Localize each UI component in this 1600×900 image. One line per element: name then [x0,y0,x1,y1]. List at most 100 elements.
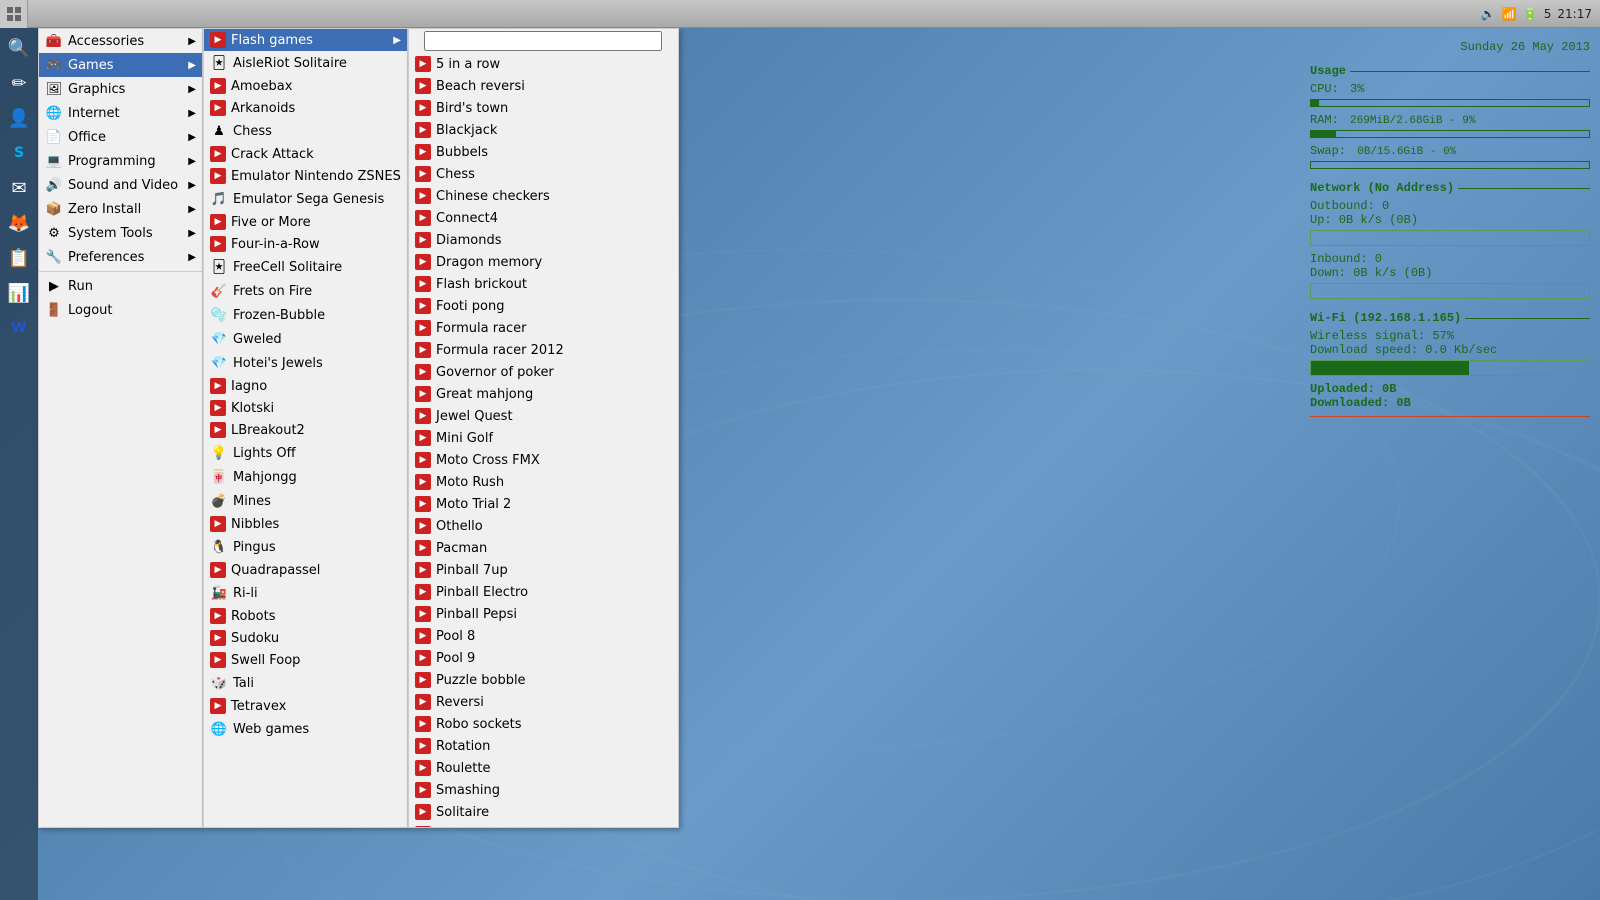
flash-dragon-memory[interactable]: ▶ Dragon memory [409,251,678,273]
flash-pinball-7up[interactable]: ▶ Pinball 7up [409,559,678,581]
menu-games[interactable]: 🎮 Games ▶ [39,53,202,77]
menu-level3: ▶ 5 in a row ▶ Beach reversi ▶ Bird's to… [408,28,679,828]
dock-editor[interactable]: ✏ [3,67,35,99]
menu-five-or-more[interactable]: ▶ Five or More [204,211,407,233]
gweled-icon: 💎 [210,330,228,348]
flash-brickout[interactable]: ▶ Flash brickout [409,273,678,295]
down-label: Down: 0B k/s (0B) [1310,266,1590,280]
menu-amoebax[interactable]: ▶ Amoebax [204,75,407,97]
menu-sound-video[interactable]: 🔊 Sound and Video ▶ [39,173,202,197]
menu-flash-games[interactable]: ▶ Flash games ▶ [204,29,407,51]
menu-office[interactable]: 📄 Office ▶ [39,125,202,149]
flash-diamonds[interactable]: ▶ Diamonds [409,229,678,251]
menu-lbreakout[interactable]: ▶ LBreakout2 [204,419,407,441]
dock-user[interactable]: 👤 [3,102,35,134]
menu-gweled[interactable]: 💎 Gweled [204,327,407,351]
menu-frozen-bubble[interactable]: 🫧 Frozen-Bubble [204,303,407,327]
ram-value: 269MiB/2.68GiB - 9% [1350,115,1475,127]
menu-internet[interactable]: 🌐 Internet ▶ [39,101,202,125]
menu-pingus[interactable]: 🐧 Pingus [204,535,407,559]
flash-pool9[interactable]: ▶ Pool 9 [409,647,678,669]
hotei-icon: 💎 [210,354,228,372]
flash-solitaire[interactable]: ▶ Solitaire [409,801,678,823]
flash-bubbels[interactable]: ▶ Bubbels [409,141,678,163]
menu-klotski[interactable]: ▶ Klotski [204,397,407,419]
flash-sudoku[interactable]: ▶ Sudoku [409,823,678,828]
flash-footi-pong[interactable]: ▶ Footi pong [409,295,678,317]
flash-chess[interactable]: ▶ Chess [409,163,678,185]
menu-tetravex[interactable]: ▶ Tetravex [204,695,407,717]
menu-tali[interactable]: 🎲 Tali [204,671,407,695]
menu-run[interactable]: ▶ Run [39,274,202,298]
flash-chinese-checkers[interactable]: ▶ Chinese checkers [409,185,678,207]
inbound-label: Inbound: 0 [1310,252,1590,266]
flash-smashing[interactable]: ▶ Smashing [409,779,678,801]
dock-spreadsheet[interactable]: 📊 [3,277,35,309]
flash-formula-racer[interactable]: ▶ Formula racer [409,317,678,339]
flash-blackjack[interactable]: ▶ Blackjack [409,119,678,141]
dock-browser[interactable]: 🦊 [3,207,35,239]
dock-search[interactable]: 🔍 [3,32,35,64]
menu-graphics[interactable]: 🖼 Graphics ▶ [39,77,202,101]
flash-5inarow[interactable]: ▶ 5 in a row [409,53,678,75]
flash-reversi[interactable]: ▶ Reversi [409,691,678,713]
flash-connect4[interactable]: ▶ Connect4 [409,207,678,229]
menu-arkanoids[interactable]: ▶ Arkanoids [204,97,407,119]
menu-emulator-sega[interactable]: 🎵 Emulator Sega Genesis [204,187,407,211]
flash-formula-racer-2012[interactable]: ▶ Formula racer 2012 [409,339,678,361]
flash-moto-cross[interactable]: ▶ Moto Cross FMX [409,449,678,471]
menu-hotei[interactable]: 💎 Hotei's Jewels [204,351,407,375]
menu-emulator-nintendo[interactable]: ▶ Emulator Nintendo ZSNES [204,165,407,187]
dock-clipboard[interactable]: 📋 [3,242,35,274]
games-icon: 🎮 [45,56,63,74]
flash-othello[interactable]: ▶ Othello [409,515,678,537]
menu-aisleriot[interactable]: 🃏 AisleRiot Solitaire [204,51,407,75]
menu-mines[interactable]: 💣 Mines [204,489,407,513]
flash-pacman[interactable]: ▶ Pacman [409,537,678,559]
flash-robo-sockets[interactable]: ▶ Robo sockets [409,713,678,735]
menu-sudoku[interactable]: ▶ Sudoku [204,627,407,649]
menu-four-in-a-row[interactable]: ▶ Four-in-a-Row [204,233,407,255]
flash-pool8[interactable]: ▶ Pool 8 [409,625,678,647]
menu-web-games[interactable]: 🌐 Web games [204,717,407,741]
menu-preferences[interactable]: 🔧 Preferences ▶ [39,245,202,269]
menu-lights-off[interactable]: 💡 Lights Off [204,441,407,465]
menu-system-tools[interactable]: ⚙ System Tools ▶ [39,221,202,245]
flash-roulette[interactable]: ▶ Roulette [409,757,678,779]
flash-moto-trial[interactable]: ▶ Moto Trial 2 [409,493,678,515]
menu-programming[interactable]: 💻 Programming ▶ [39,149,202,173]
flash-beach-reversi[interactable]: ▶ Beach reversi [409,75,678,97]
flash-jewel-quest[interactable]: ▶ Jewel Quest [409,405,678,427]
menu-crack-attack[interactable]: ▶ Crack Attack [204,143,407,165]
menu-chess[interactable]: ♟ Chess [204,119,407,143]
menu-zero-install[interactable]: 📦 Zero Install ▶ [39,197,202,221]
menu-swell-foop[interactable]: ▶ Swell Foop [204,649,407,671]
flash-governor-poker[interactable]: ▶ Governor of poker [409,361,678,383]
menu-nibbles[interactable]: ▶ Nibbles [204,513,407,535]
flash-rotation[interactable]: ▶ Rotation [409,735,678,757]
menu-robots[interactable]: ▶ Robots [204,605,407,627]
flash-search-input[interactable] [424,31,662,51]
flash-pinball-electro[interactable]: ▶ Pinball Electro [409,581,678,603]
sound-icon: 🔊 [45,176,63,194]
menu-accessories[interactable]: 🧰 Accessories ▶ [39,29,202,53]
flash-pinball-e-icon: ▶ [415,584,431,600]
flash-pinball-pepsi[interactable]: ▶ Pinball Pepsi [409,603,678,625]
menu-quadrapassel[interactable]: ▶ Quadrapassel [204,559,407,581]
dock-skype[interactable]: S [3,137,35,169]
flash-pool9-icon: ▶ [415,650,431,666]
menu-iagno[interactable]: ▶ Iagno [204,375,407,397]
menu-rili[interactable]: 🚂 Ri-li [204,581,407,605]
menu-frets-on-fire[interactable]: 🎸 Frets on Fire [204,279,407,303]
flash-moto-rush[interactable]: ▶ Moto Rush [409,471,678,493]
flash-great-mahjong[interactable]: ▶ Great mahjong [409,383,678,405]
menu-button[interactable] [0,0,28,28]
flash-birds-town[interactable]: ▶ Bird's town [409,97,678,119]
menu-mahjongg[interactable]: 🀄 Mahjongg [204,465,407,489]
menu-freecell[interactable]: 🃏 FreeCell Solitaire [204,255,407,279]
dock-email[interactable]: ✉ [3,172,35,204]
flash-mini-golf[interactable]: ▶ Mini Golf [409,427,678,449]
flash-puzzle-bobble[interactable]: ▶ Puzzle bobble [409,669,678,691]
dock-word[interactable]: W [3,312,35,344]
menu-logout[interactable]: 🚪 Logout [39,298,202,322]
